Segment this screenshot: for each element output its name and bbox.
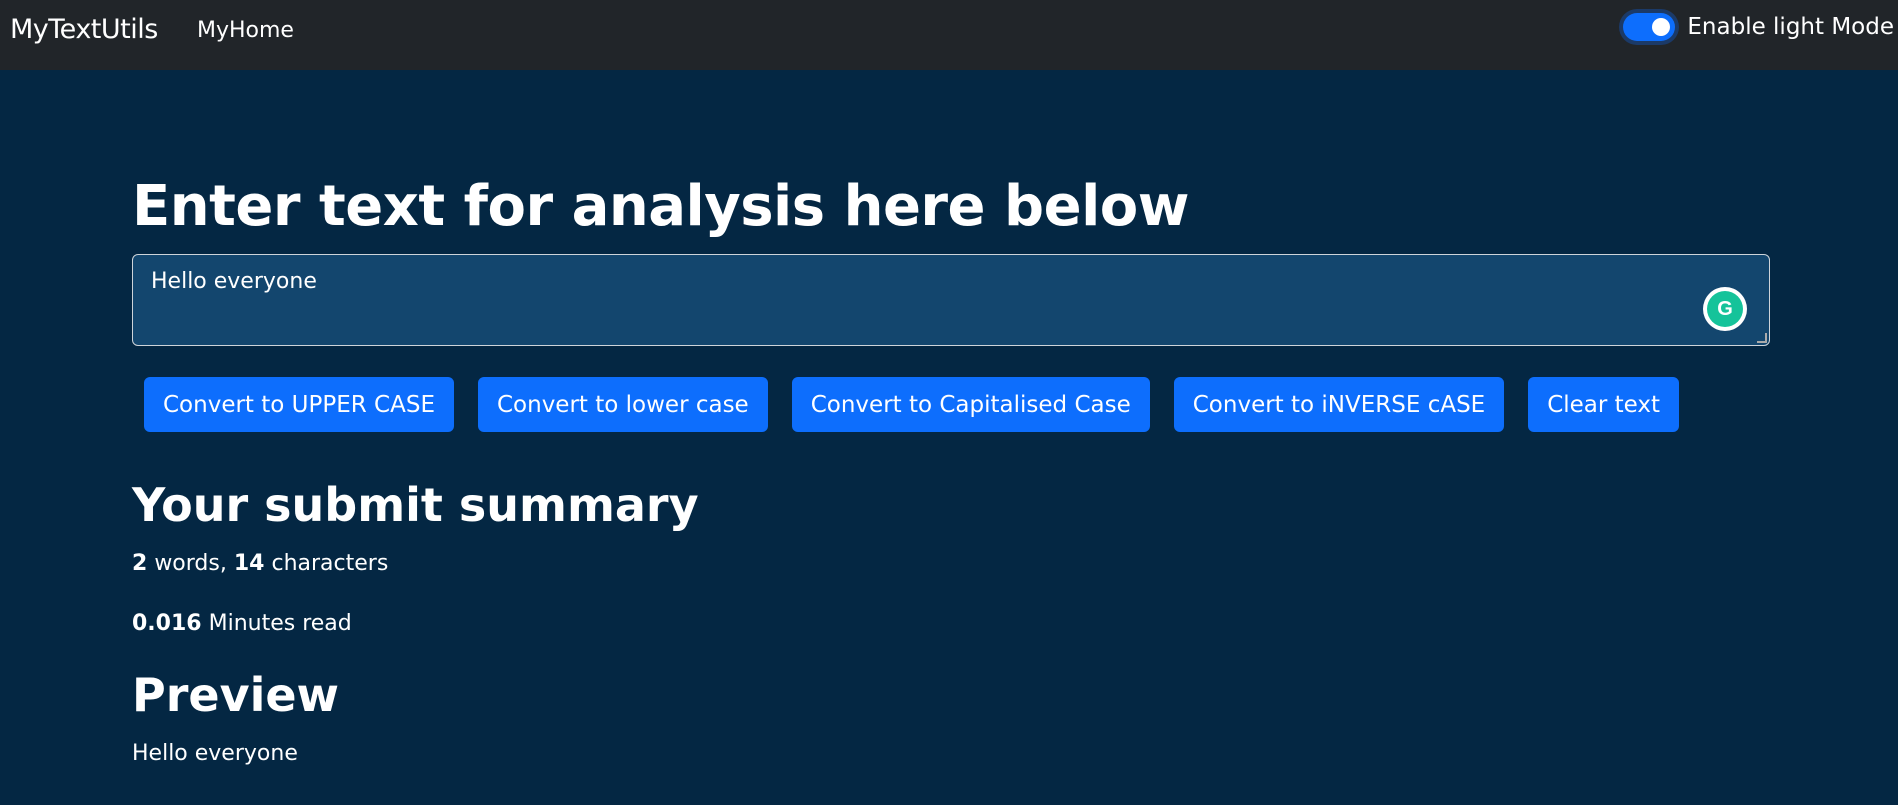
mode-toggle-label[interactable]: Enable light Mode [1687,14,1894,40]
brand-link[interactable]: MyTextUtils [10,14,158,45]
resize-handle[interactable] [1757,333,1767,343]
minutes-label: Minutes read [208,611,352,636]
capitalise-button[interactable]: Convert to Capitalised Case [791,377,1150,432]
toggle-switch[interactable] [1623,13,1676,41]
grammarly-g-icon: G [1707,291,1743,327]
text-input-area[interactable]: Hello everyone G [132,254,1770,346]
lowercase-button[interactable]: Convert to lower case [477,377,768,432]
inverse-case-button[interactable]: Convert to iNVERSE cASE [1173,377,1505,432]
word-char-stats: 2 words, 14 characters [132,551,388,576]
toggle-knob [1652,18,1671,36]
read-time: 0.016 Minutes read [132,611,352,636]
grammarly-icon[interactable]: G [1703,287,1747,331]
text-input-value[interactable]: Hello everyone [151,269,317,294]
uppercase-button[interactable]: Convert to UPPER CASE [144,377,454,432]
preview-title: Preview [132,668,340,722]
minutes-value: 0.016 [132,611,202,636]
char-count: 14 [233,551,265,576]
mode-toggle[interactable]: Enable light Mode [1623,13,1894,41]
page-title: Enter text for analysis here below [132,174,1189,239]
words-label: words, [154,551,227,576]
word-count: 2 [132,551,148,576]
action-buttons: Convert to UPPER CASE Convert to lower c… [144,377,1680,432]
navbar: MyTextUtils MyHome Enable light Mode [0,0,1898,70]
clear-text-button[interactable]: Clear text [1528,377,1680,432]
preview-text: Hello everyone [132,741,298,766]
summary-title: Your submit summary [132,478,699,532]
nav-link-home[interactable]: MyHome [197,18,294,43]
chars-label: characters [271,551,389,576]
